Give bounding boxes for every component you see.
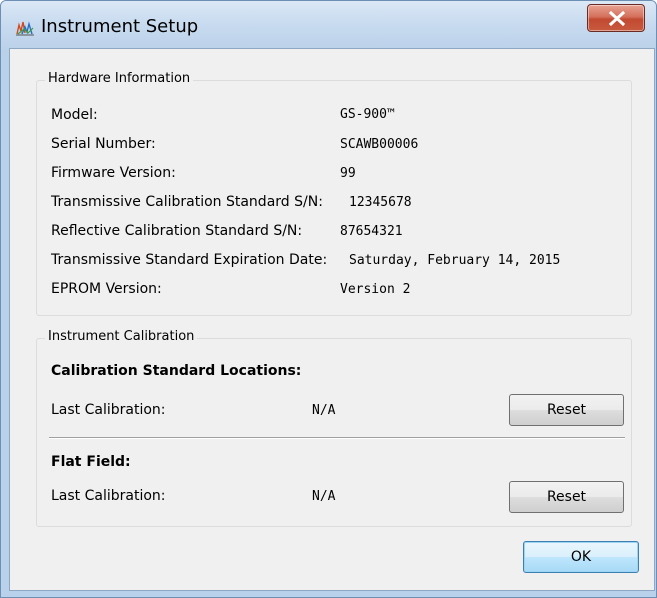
model-label: Model: xyxy=(51,107,98,123)
standard-locations-last-calibration-value: N/A xyxy=(312,403,336,418)
standard-locations-last-calibration-label: Last Calibration: xyxy=(51,402,166,418)
window-title: Instrument Setup xyxy=(41,16,199,37)
eprom-version-value: Version 2 xyxy=(340,282,411,297)
serial-number-value: SCAWB00006 xyxy=(340,137,419,152)
reset-flat-field-button[interactable]: Reset xyxy=(509,481,624,513)
ok-button[interactable]: OK xyxy=(523,541,639,573)
calibration-group-title: Instrument Calibration xyxy=(45,329,198,344)
transmissive-standard-sn-value: 12345678 xyxy=(349,195,412,210)
dialog-client-area: Hardware Information Model: GS-900™ Seri… xyxy=(9,48,655,591)
calibration-separator xyxy=(49,437,625,439)
serial-number-label: Serial Number: xyxy=(51,136,156,152)
transmissive-expiration-date-label: Transmissive Standard Expiration Date: xyxy=(51,252,328,268)
flat-field-heading: Flat Field: xyxy=(51,454,131,470)
reflective-standard-sn-label: Reflective Calibration Standard S/N: xyxy=(51,223,303,239)
flat-field-last-calibration-value: N/A xyxy=(312,489,336,504)
reflective-standard-sn-value: 87654321 xyxy=(340,224,403,239)
instrument-setup-window: Instrument Setup Hardware Information Mo… xyxy=(0,0,657,598)
hardware-group-title: Hardware Information xyxy=(45,71,194,86)
close-icon xyxy=(608,11,626,26)
standard-locations-heading: Calibration Standard Locations: xyxy=(51,363,302,379)
chart-icon xyxy=(15,19,35,37)
model-value: GS-900™ xyxy=(340,107,395,122)
title-bar[interactable]: Instrument Setup xyxy=(1,1,656,49)
transmissive-standard-sn-label: Transmissive Calibration Standard S/N: xyxy=(51,194,323,210)
firmware-version-value: 99 xyxy=(340,166,356,181)
flat-field-last-calibration-label: Last Calibration: xyxy=(51,488,166,504)
firmware-version-label: Firmware Version: xyxy=(51,165,176,181)
eprom-version-label: EPROM Version: xyxy=(51,281,162,297)
close-button[interactable] xyxy=(587,4,645,32)
transmissive-expiration-date-value: Saturday, February 14, 2015 xyxy=(349,253,561,268)
reset-standard-locations-button[interactable]: Reset xyxy=(509,394,624,426)
